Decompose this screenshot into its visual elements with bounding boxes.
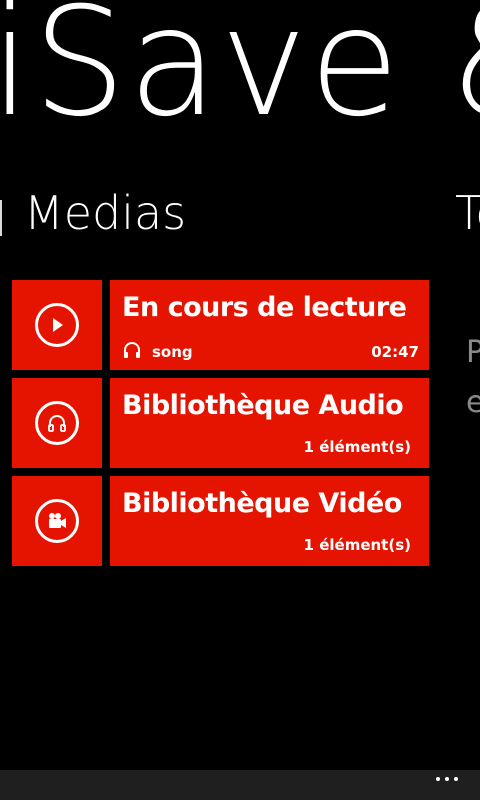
phone-screen: iSave & Medias To P e En cours de lectur… bbox=[0, 0, 480, 800]
now-playing-tile[interactable]: En cours de lecture song 02:47 bbox=[110, 280, 429, 370]
audio-library-tile[interactable]: Bibliothèque Audio 1 élément(s) bbox=[110, 378, 429, 468]
play-icon bbox=[35, 303, 79, 347]
app-bar bbox=[0, 770, 480, 800]
more-icon[interactable] bbox=[436, 777, 458, 781]
item-title: En cours de lecture bbox=[122, 292, 407, 323]
icon-tile[interactable] bbox=[12, 476, 102, 566]
item-title: Bibliothèque Audio bbox=[122, 390, 404, 421]
headphones-icon bbox=[35, 401, 79, 445]
next-pivot-peek-text: e bbox=[466, 385, 480, 420]
icon-tile[interactable] bbox=[12, 378, 102, 468]
pivot-current-title[interactable]: Medias bbox=[24, 190, 186, 236]
app-title: iSave & bbox=[0, 0, 480, 150]
pivot-next-title[interactable]: To bbox=[455, 190, 480, 236]
item-count: 1 élément(s) bbox=[303, 536, 411, 554]
icon-tile[interactable] bbox=[12, 280, 102, 370]
media-list: En cours de lecture song 02:47 Bibliothè… bbox=[12, 280, 429, 574]
video-library-tile[interactable]: Bibliothèque Vidéo 1 élément(s) bbox=[110, 476, 429, 566]
song-duration: 02:47 bbox=[371, 343, 419, 361]
song-name: song bbox=[152, 343, 193, 361]
previous-pivot-edge bbox=[0, 200, 8, 236]
list-item-now-playing[interactable]: En cours de lecture song 02:47 bbox=[12, 280, 429, 370]
list-item-audio-library[interactable]: Bibliothèque Audio 1 élément(s) bbox=[12, 378, 429, 468]
now-playing-meta: song 02:47 bbox=[122, 342, 419, 362]
item-title: Bibliothèque Vidéo bbox=[122, 488, 402, 519]
item-count: 1 élément(s) bbox=[303, 438, 411, 456]
list-item-video-library[interactable]: Bibliothèque Vidéo 1 élément(s) bbox=[12, 476, 429, 566]
next-pivot-peek-text: P bbox=[466, 335, 480, 370]
video-camera-icon bbox=[35, 499, 79, 543]
headphones-icon bbox=[122, 341, 142, 363]
